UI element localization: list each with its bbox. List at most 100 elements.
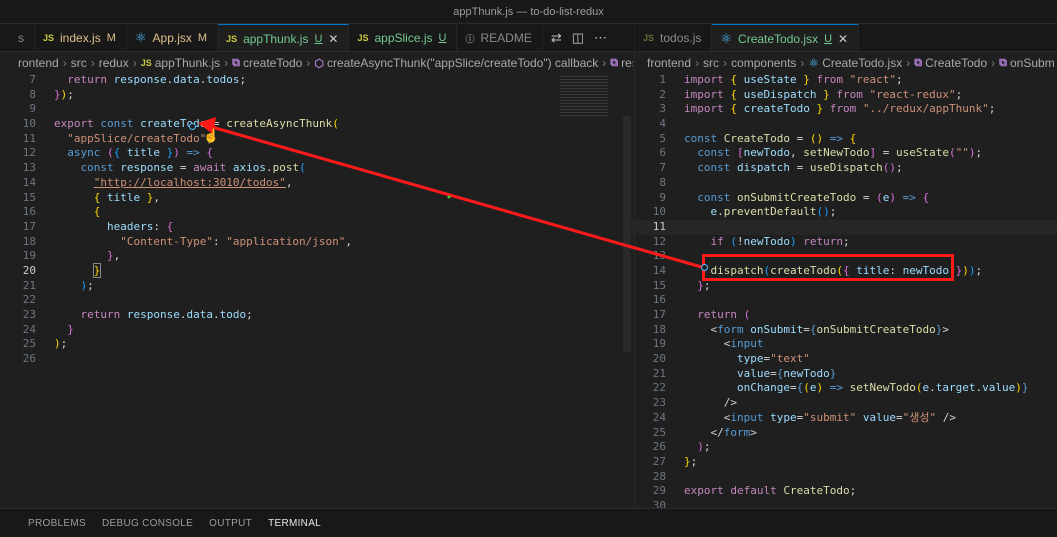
tab-appslice-js[interactable]: JS appSlice.js U xyxy=(349,24,458,51)
code-line[interactable]: 16 { xyxy=(0,205,620,220)
code-line[interactable]: 21 value={newTodo} xyxy=(630,367,1057,382)
code-line[interactable]: 6 const [newTodo, setNewTodo] = useState… xyxy=(630,146,1057,161)
code-line[interactable]: 3 import { createTodo } from "../redux/ap… xyxy=(630,102,1057,117)
code-line[interactable]: 19 <input xyxy=(630,337,1057,352)
code-line[interactable]: 13 const response = await axios.post( xyxy=(0,161,620,176)
breadcrumb-item[interactable]: appThunk.js xyxy=(155,56,220,70)
tab-label: todos.js xyxy=(660,31,702,45)
code-line[interactable]: 27}; xyxy=(630,455,1057,470)
right-tab-bar: JS todos.js ⚛ CreateTodo.jsx U ✕ xyxy=(635,24,1057,52)
code-line[interactable]: 16 xyxy=(630,293,1057,308)
code-line[interactable]: 9 xyxy=(0,102,620,117)
code-line[interactable]: 14 "http://localhost:3010/todos", xyxy=(0,176,620,191)
more-actions-icon[interactable]: ⋯ xyxy=(594,30,607,46)
code-line[interactable]: 22 onChange={(e) => setNewTodo(e.target.… xyxy=(630,381,1057,396)
git-status-badge: U xyxy=(314,32,323,45)
react-file-icon: ⚛ xyxy=(134,30,147,45)
js-file-icon: JS xyxy=(357,33,369,43)
close-icon[interactable]: ✕ xyxy=(328,32,338,46)
symbol-variable-icon: ⧉ xyxy=(999,56,1007,69)
code-line[interactable]: 23 /> xyxy=(630,396,1057,411)
close-icon[interactable]: ✕ xyxy=(838,32,848,46)
breadcrumb-item[interactable]: rontend xyxy=(18,56,59,70)
breadcrumb-item[interactable]: createTodo xyxy=(243,56,302,70)
code-line[interactable]: 2 import { useDispatch } from "react-redu… xyxy=(630,88,1057,103)
code-line[interactable]: 12 async ({ title }) => { xyxy=(0,146,620,161)
code-line[interactable]: 25 </form> xyxy=(630,426,1057,441)
breadcrumb-item[interactable]: onSubm xyxy=(1010,56,1055,70)
tab-debug-console[interactable]: DEBUG CONSOLE xyxy=(94,509,201,537)
tab-appthunk-js[interactable]: JS appThunk.js U ✕ xyxy=(218,24,350,51)
breadcrumb-item[interactable]: resp xyxy=(621,56,633,70)
code-line[interactable]: 17 return ( xyxy=(630,308,1057,323)
breadcrumb-item[interactable]: redux xyxy=(99,56,129,70)
code-line[interactable]: 29 export default CreateTodo; xyxy=(630,484,1057,499)
breadcrumb-item[interactable]: src xyxy=(703,56,719,70)
code-line[interactable]: 11 xyxy=(630,219,1057,235)
code-line[interactable]: 24 } xyxy=(0,323,620,338)
code-line[interactable]: 28 xyxy=(630,470,1057,485)
symbol-variable-icon: ⧉ xyxy=(232,56,240,69)
breadcrumb: frontend › src › components › ⚛ CreateTodo.… xyxy=(647,56,1055,70)
code-line[interactable]: 9 const onSubmitCreateTodo = (e) => { xyxy=(630,191,1057,206)
editor-actions: ⇄ ◫ ⋯ xyxy=(543,24,615,51)
window-title: appThunk.js — to-do-list-redux xyxy=(0,0,1057,24)
code-line[interactable]: 15 { title }, xyxy=(0,191,620,206)
breadcrumb-item[interactable]: createAsyncThunk("appSlice/createTodo") … xyxy=(327,56,598,70)
tab-terminal[interactable]: TERMINAL xyxy=(260,509,330,537)
tab-todos-js[interactable]: JS todos.js xyxy=(635,24,713,51)
code-line[interactable]: 11 "appSlice/createTodo", xyxy=(0,132,620,147)
code-line[interactable]: 26 ); xyxy=(630,440,1057,455)
git-status-badge: M xyxy=(197,32,208,44)
breadcrumb-item[interactable]: components xyxy=(731,56,796,70)
code-line[interactable]: 4 xyxy=(630,117,1057,132)
code-line[interactable]: 7 return response.data.todos; xyxy=(0,73,620,88)
minimap[interactable] xyxy=(560,76,608,116)
code-line[interactable]: 25); xyxy=(0,337,620,352)
code-line[interactable]: 23 return response.data.todo; xyxy=(0,308,620,323)
code-line[interactable]: 8 xyxy=(630,176,1057,191)
js-file-icon: JS xyxy=(43,33,55,43)
code-line[interactable]: 18 <form onSubmit={onSubmitCreateTodo}> xyxy=(630,323,1057,338)
link-origin-dot-icon xyxy=(701,264,708,271)
code-line[interactable]: 19 }, xyxy=(0,249,620,264)
code-line[interactable]: 26 xyxy=(0,352,620,367)
git-status-badge: U xyxy=(824,32,833,45)
symbol-variable-icon: ⧉ xyxy=(914,56,923,69)
tab-index-js[interactable]: JS index.js M xyxy=(35,24,127,51)
right-code-editor[interactable]: 1 import { useState } from "react"; 2 impo… xyxy=(630,73,1057,508)
code-line[interactable]: 18 "Content-Type": "application/json", xyxy=(0,235,620,250)
left-code-editor[interactable]: 7 return response.data.todos; 8}); 9 10 e… xyxy=(0,73,620,508)
compare-icon[interactable]: ⇄ xyxy=(551,30,562,46)
code-line[interactable]: 10 e.preventDefault(); xyxy=(630,205,1057,220)
breadcrumb-item[interactable]: CreateTodo.jsx xyxy=(822,56,902,70)
tab-hidden-left[interactable]: s xyxy=(0,24,35,51)
code-line[interactable]: 20 } xyxy=(0,262,620,279)
tab-output[interactable]: OUTPUT xyxy=(201,509,260,537)
breadcrumb: rontend › src › redux › JS appThunk.js › ⧉ c… xyxy=(18,53,633,73)
js-file-icon: JS xyxy=(643,33,655,43)
code-line[interactable]: 21 ); xyxy=(0,279,620,294)
code-line[interactable]: 24 <input type="submit" value="생성" /> xyxy=(630,411,1057,426)
breadcrumb-item[interactable]: src xyxy=(71,56,87,70)
code-line[interactable]: 22 xyxy=(0,293,620,308)
code-line[interactable]: 30 xyxy=(630,499,1057,508)
tab-problems[interactable]: PROBLEMS xyxy=(20,509,94,537)
code-line[interactable]: 5 const CreateTodo = () => { xyxy=(630,132,1057,147)
tab-readme[interactable]: ⓘ README xyxy=(457,24,543,51)
code-line[interactable]: 20 type="text" xyxy=(630,352,1057,367)
code-line[interactable]: 1 import { useState } from "react"; xyxy=(630,73,1057,88)
tab-app-jsx[interactable]: ⚛ App.jsx M xyxy=(127,24,219,51)
info-file-icon: ⓘ xyxy=(465,33,475,44)
breadcrumb-item[interactable]: frontend xyxy=(647,56,691,70)
tab-createtodo-jsx[interactable]: ⚛ CreateTodo.jsx U ✕ xyxy=(712,24,860,51)
react-file-icon: ⚛ xyxy=(808,56,820,70)
code-line[interactable]: 10 export const createTodo = createAsyncT… xyxy=(0,117,620,132)
code-line[interactable]: 7 const dispatch = useDispatch(); xyxy=(630,161,1057,176)
split-editor-icon[interactable]: ◫ xyxy=(572,30,584,46)
code-line[interactable]: 12 if (!newTodo) return; xyxy=(630,235,1057,250)
code-line[interactable]: 17 headers: { xyxy=(0,220,620,235)
tab-label: appSlice.js xyxy=(374,31,433,45)
code-line[interactable]: 8}); xyxy=(0,88,620,103)
breadcrumb-item[interactable]: CreateTodo xyxy=(925,56,987,70)
